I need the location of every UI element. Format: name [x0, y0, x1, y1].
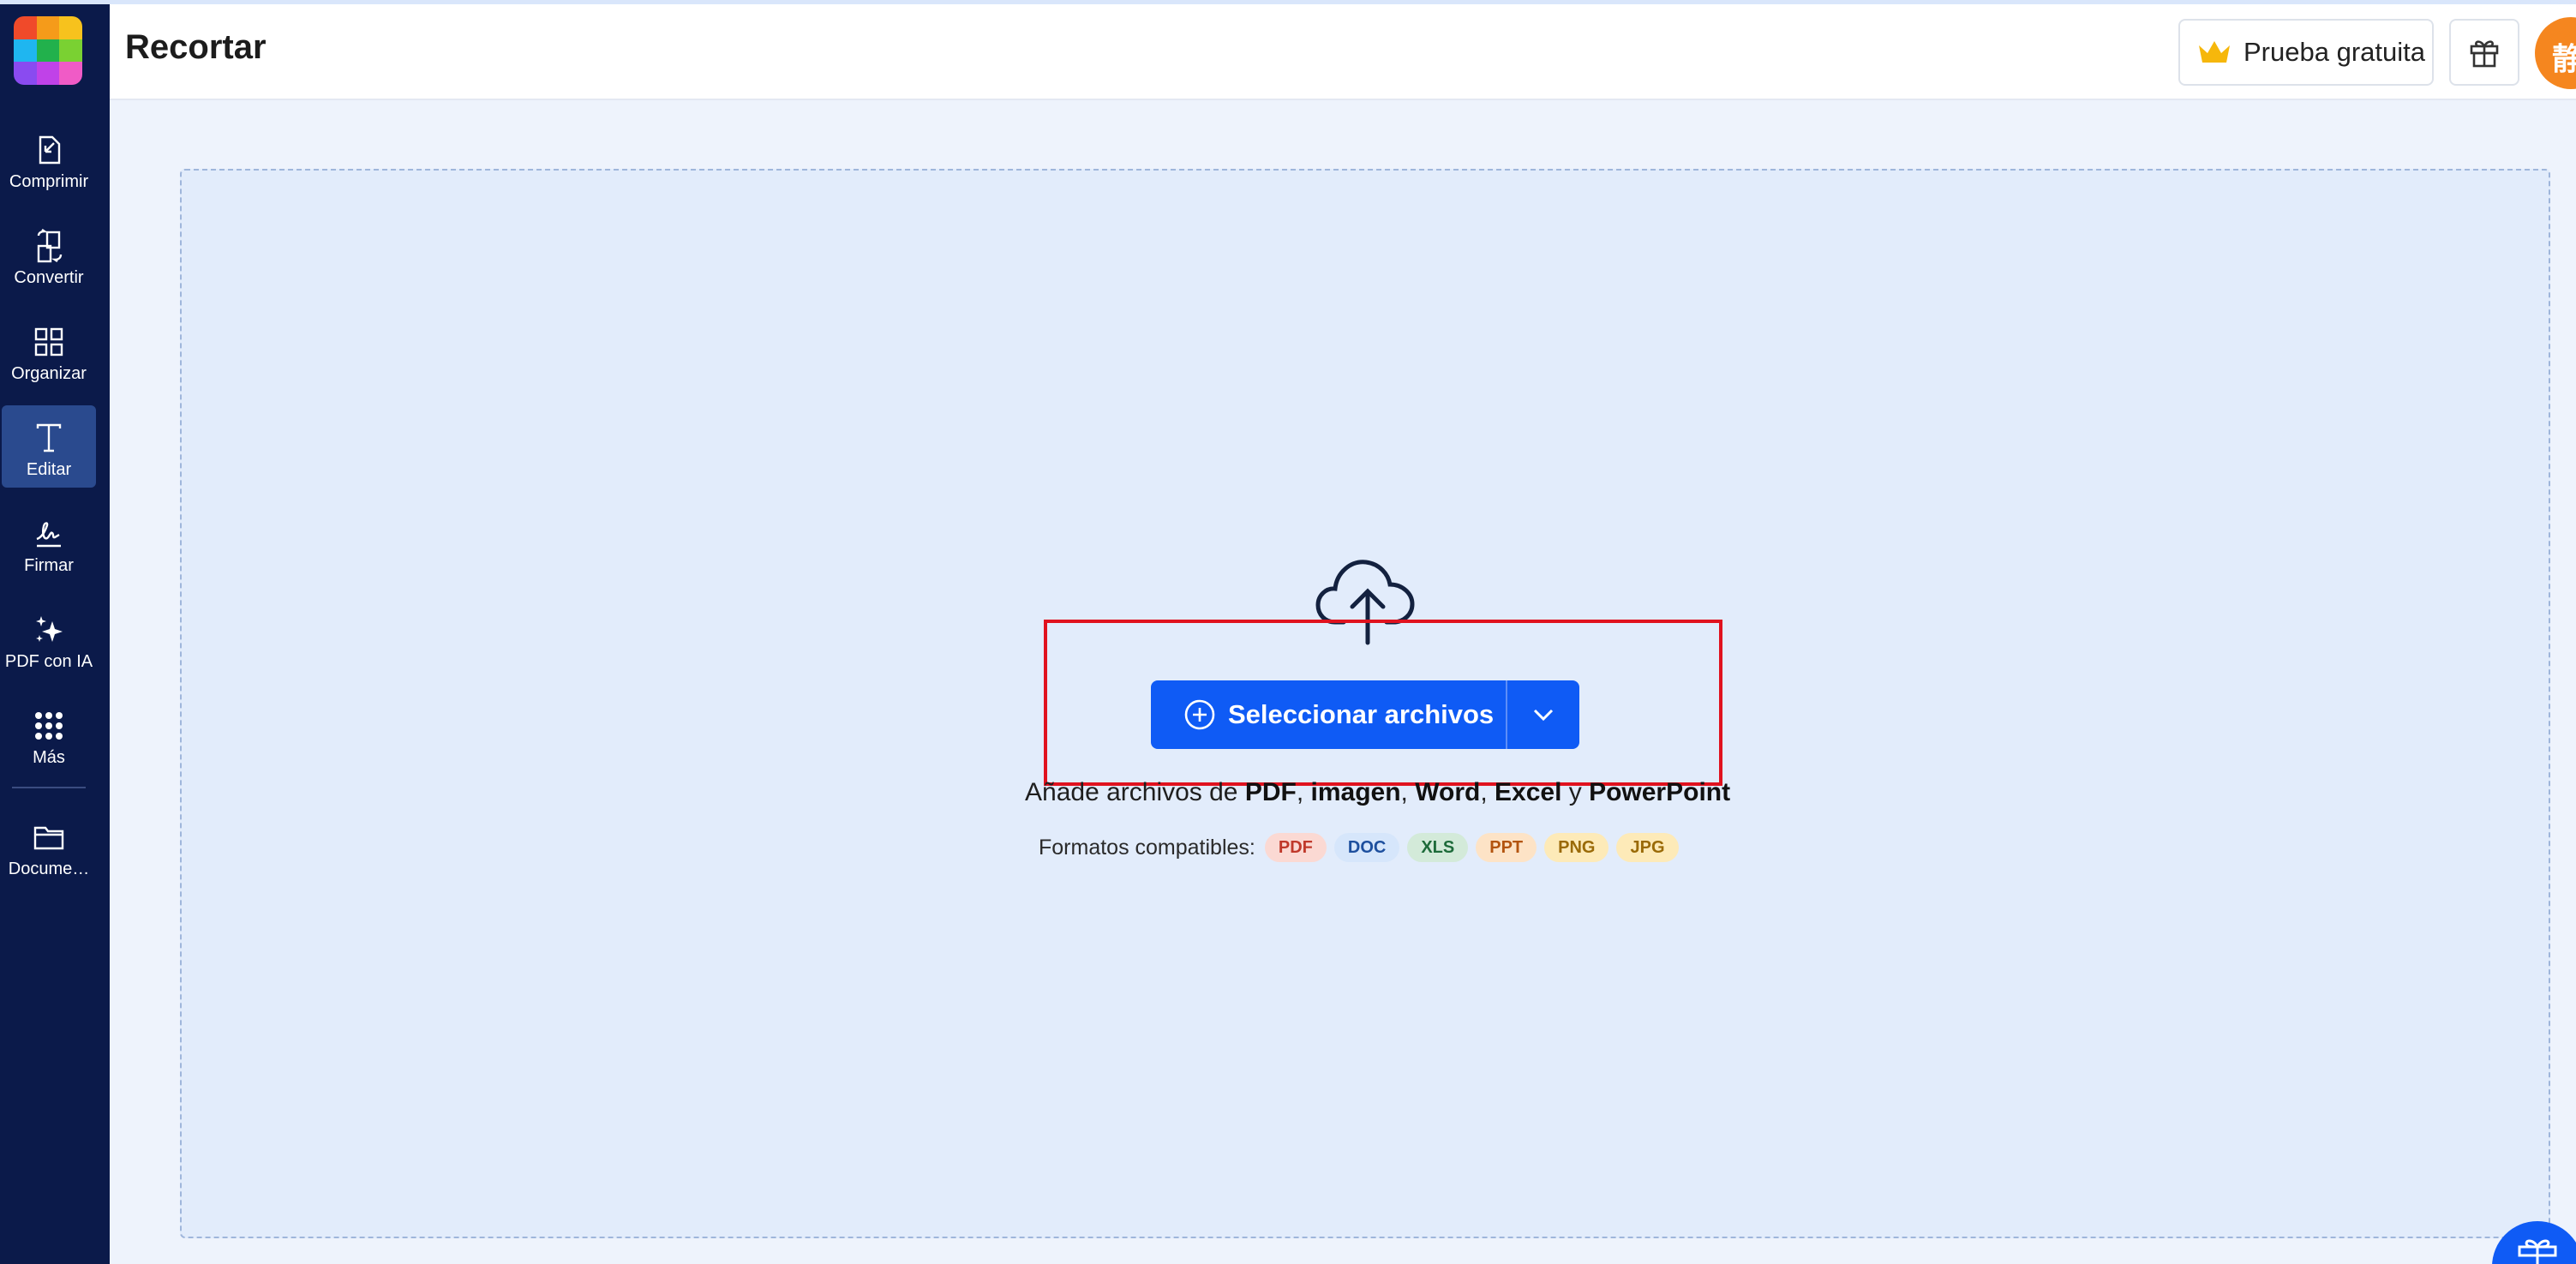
convert-icon — [37, 229, 63, 263]
sidebar-item-label: Editar — [26, 460, 72, 479]
free-trial-button[interactable]: Prueba gratuita — [2178, 19, 2434, 86]
format-badge-ppt: PPT — [1476, 833, 1537, 862]
gift-icon — [2518, 1239, 2557, 1264]
format-badge-doc: DOC — [1333, 833, 1400, 862]
upload-source-dropdown-button[interactable] — [1507, 680, 1579, 749]
sidebar-item-comprimir[interactable]: Comprimir — [2, 117, 96, 200]
formats-label: Formatos compatibles: — [1039, 835, 1255, 860]
supported-file-types-text: Añade archivos de PDF, imagen, Word, Exc… — [1025, 778, 1731, 806]
sidebar-item-firmar[interactable]: Firmar — [2, 501, 96, 584]
apps-grid-icon — [35, 712, 63, 740]
select-files-label: Seleccionar archivos — [1228, 699, 1495, 729]
sidebar-item-convertir[interactable]: Convertir — [2, 213, 96, 296]
sidebar: Comprimir Convertir Organizar Editar Fir… — [0, 4, 110, 1264]
compress-icon — [39, 135, 61, 165]
gift-icon — [2470, 40, 2499, 68]
sidebar-item-documentos[interactable]: Docume… — [2, 805, 96, 887]
sidebar-item-label: Organizar — [11, 364, 87, 383]
compatible-formats-row: Formatos compatibles: PDF DOC XLS PPT PN… — [1039, 833, 1679, 862]
sidebar-item-label: Más — [33, 748, 65, 767]
sidebar-item-label: Firmar — [24, 556, 74, 575]
chevron-down-icon — [1533, 709, 1554, 722]
select-files-button[interactable]: Seleccionar archivos — [1151, 680, 1506, 749]
crown-icon — [2199, 41, 2230, 63]
format-badge-xls: XLS — [1407, 833, 1469, 862]
folder-icon — [33, 826, 64, 850]
sparkles-icon — [36, 616, 63, 642]
free-trial-label: Prueba gratuita — [2244, 37, 2425, 67]
sidebar-item-label: PDF con IA — [4, 652, 93, 671]
user-avatar[interactable]: 静香 — [2535, 17, 2576, 89]
sidebar-item-organizar[interactable]: Organizar — [2, 309, 96, 392]
sidebar-item-pdf-con-ia[interactable]: PDF con IA — [2, 597, 96, 680]
plus-circle-icon — [1184, 699, 1215, 730]
sidebar-item-editar[interactable]: Editar — [2, 405, 96, 488]
format-badge-jpg: JPG — [1616, 833, 1679, 862]
sidebar-item-label: Convertir — [14, 268, 84, 287]
format-badge-pdf: PDF — [1264, 833, 1327, 862]
sidebar-item-mas[interactable]: Más — [2, 693, 96, 776]
page-title: Recortar — [125, 28, 267, 66]
sidebar-item-label: Comprimir — [9, 172, 89, 191]
app-logo[interactable] — [14, 16, 82, 85]
edit-text-icon — [36, 423, 62, 452]
format-badge-png: PNG — [1544, 833, 1609, 862]
organize-icon — [34, 327, 63, 356]
sidebar-divider — [12, 787, 86, 788]
avatar-initials: 静香 — [2552, 42, 2576, 77]
sidebar-item-label: Docume… — [8, 860, 90, 878]
gift-button[interactable] — [2449, 19, 2519, 86]
signature-icon — [36, 522, 61, 548]
top-header: Recortar Prueba gratuita 静香 — [110, 4, 2576, 100]
